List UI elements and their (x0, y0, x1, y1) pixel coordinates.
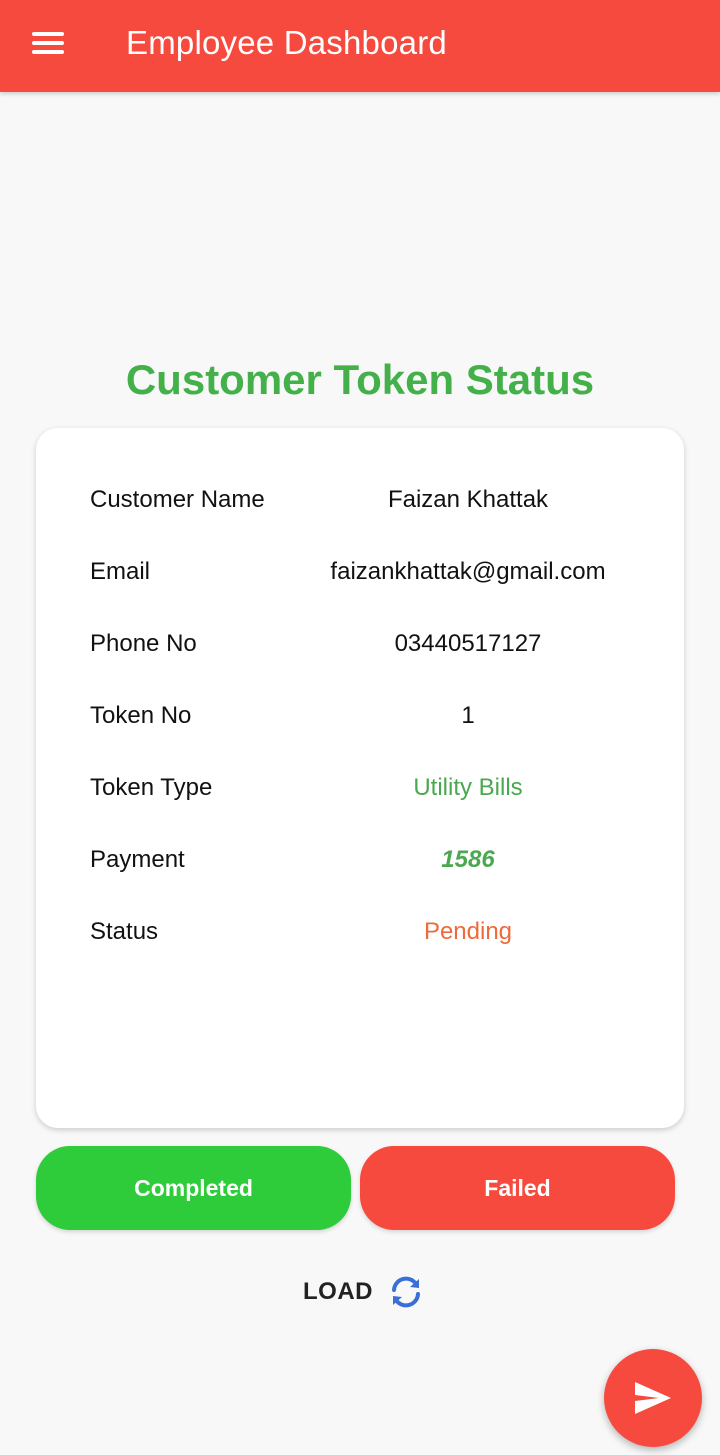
email-value: faizankhattak@gmail.com (330, 558, 606, 585)
customer-name-value: Faizan Khattak (387, 486, 549, 513)
hamburger-menu-icon[interactable] (30, 29, 68, 57)
failed-button[interactable]: Failed (360, 1146, 675, 1230)
load-button[interactable]: LOAD (290, 1262, 440, 1320)
status-value: Pending (423, 918, 513, 945)
phone-value: 03440517127 (394, 630, 542, 657)
payment-label: Payment (90, 846, 185, 873)
detail-row-token-no: Token No 1 (36, 696, 684, 736)
phone-label: Phone No (90, 630, 197, 657)
email-label: Email (90, 558, 151, 585)
detail-row-customer-name: Customer Name Faizan Khattak (36, 480, 684, 520)
app-bar: Employee Dashboard (0, 0, 720, 92)
send-fab[interactable] (604, 1349, 702, 1447)
status-label: Status (90, 918, 159, 945)
token-no-value: 1 (461, 702, 475, 729)
token-type-label: Token Type (90, 774, 213, 801)
load-label: LOAD (303, 1278, 373, 1305)
page-title: Customer Token Status (125, 356, 595, 403)
detail-row-payment: Payment 1586 (36, 840, 684, 880)
refresh-icon (392, 1276, 420, 1308)
payment-value: 1586 (441, 846, 495, 873)
detail-row-status: Status Pending (36, 912, 684, 952)
send-icon (635, 1382, 671, 1414)
detail-row-phone: Phone No 03440517127 (36, 624, 684, 664)
token-details-card: Customer Name Faizan Khattak Email faiza… (36, 428, 684, 1128)
token-type-value: Utility Bills (413, 774, 523, 801)
token-no-label: Token No (90, 702, 192, 729)
detail-row-token-type: Token Type Utility Bills (36, 768, 684, 808)
customer-name-label: Customer Name (90, 486, 265, 513)
completed-button[interactable]: Completed (36, 1146, 351, 1230)
detail-row-email: Email faizankhattak@gmail.com (36, 552, 684, 592)
app-title: Employee Dashboard (126, 24, 447, 61)
